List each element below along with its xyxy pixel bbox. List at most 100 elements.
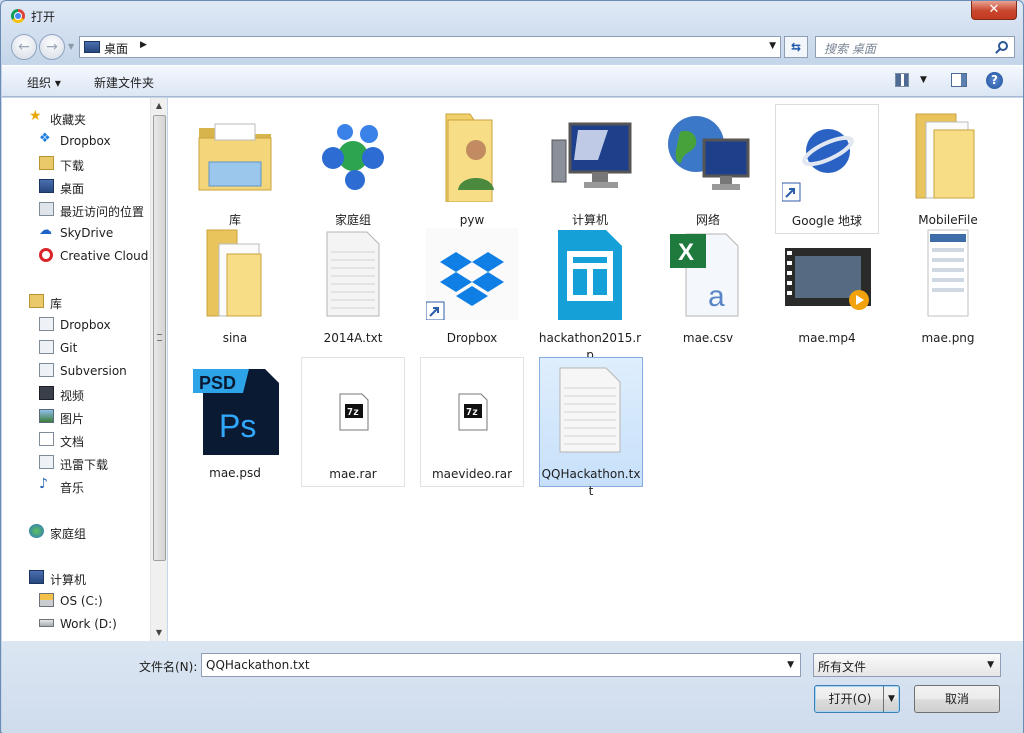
file-item[interactable]: Dropbox (420, 222, 524, 352)
filename-input[interactable]: QQHackathon.txt ▼ (201, 653, 801, 677)
address-path[interactable]: 桌面 (104, 40, 128, 57)
file-item-selected[interactable]: QQHackathon.txt (539, 357, 643, 498)
file-item[interactable]: PSD Ps mae.psd (183, 357, 287, 487)
sidebar-item-label: OS (C:) (60, 594, 103, 608)
downloads-folder-icon (39, 156, 54, 170)
sidebar-item-pictures[interactable]: 图片 (2, 407, 150, 427)
7zip-archive-icon: 7z (458, 393, 488, 431)
dropbox-shortcut-icon (426, 228, 518, 320)
sidebar-item-label: 音乐 (60, 481, 85, 495)
svg-text:7z: 7z (466, 407, 478, 418)
scroll-grip-icon (157, 334, 162, 341)
sidebar-item-label: Creative Cloud (60, 249, 149, 263)
view-dropdown-icon[interactable]: ▼ (920, 75, 927, 85)
open-button[interactable]: 打开(O) ▼ (814, 685, 900, 713)
sidebar-item-downloads[interactable]: 下载 (2, 154, 150, 174)
filetype-select[interactable]: 所有文件 ▼ (813, 653, 1001, 677)
sidebar-item-git[interactable]: Git (2, 338, 150, 358)
refresh-button[interactable]: ⇆ (784, 36, 808, 58)
filename-label: 文件名(N): (139, 660, 198, 674)
sidebar-computer[interactable]: 计算机 (2, 568, 150, 588)
sidebar-libraries[interactable]: 库 (2, 292, 150, 312)
sidebar-item-subversion[interactable]: Subversion (2, 361, 150, 381)
dialog-footer: 文件名(N): QQHackathon.txt ▼ 所有文件 ▼ 打开(O) ▼… (2, 641, 1023, 733)
filename-value[interactable]: QQHackathon.txt (206, 658, 310, 672)
window-title: 打开 (31, 10, 56, 24)
sidebar-favorites[interactable]: ★ 收藏夹 (2, 108, 150, 128)
skydrive-icon: ☁ (39, 223, 52, 238)
dropbox-icon: ❖ (39, 131, 51, 146)
sidebar-item-label: 视频 (60, 389, 85, 403)
help-icon[interactable]: ? (986, 72, 1003, 89)
file-item[interactable]: 计算机 (538, 104, 642, 234)
search-placeholder: 搜索 桌面 (824, 42, 876, 56)
open-button-label: 打开(O) (828, 692, 872, 706)
file-item[interactable]: mae.png (896, 222, 1000, 352)
svg-text:X: X (678, 239, 694, 266)
sidebar-item-creative-cloud[interactable]: Creative Cloud (2, 246, 150, 266)
homegroup-icon (322, 124, 384, 190)
sidebar-item-desktop[interactable]: 桌面 (2, 177, 150, 197)
file-item[interactable]: Google 地球 (775, 104, 879, 234)
new-folder-button[interactable]: 新建文件夹 (94, 74, 154, 91)
file-item[interactable]: 7z mae.rar (301, 357, 405, 487)
sidebar-item-drive-c[interactable]: OS (C:) (2, 591, 150, 611)
file-item[interactable]: 2014A.txt (301, 222, 405, 352)
address-bar[interactable]: 桌面 ▶ ▼ (79, 36, 781, 58)
sidebar-item-label: 桌面 (60, 182, 85, 196)
photoshop-file-icon: PSD Ps (193, 369, 279, 455)
folder-icon (915, 113, 975, 199)
file-item[interactable]: pyw (420, 104, 524, 234)
sidebar-homegroup[interactable]: 家庭组 (2, 522, 150, 542)
chevron-down-icon[interactable]: ▼ (787, 660, 794, 670)
sidebar-header-label: 计算机 (50, 573, 87, 587)
cancel-button[interactable]: 取消 (914, 685, 1000, 713)
sidebar-item-drive-d[interactable]: Work (D:) (2, 614, 150, 634)
preview-pane-icon[interactable] (951, 73, 967, 87)
sidebar-scrollbar[interactable]: ▲ ▼ (150, 98, 167, 641)
sidebar-header-label: 家庭组 (50, 527, 87, 541)
file-list: 库 家庭组 pyw 计算机 网络 Google 地球 MobileFile si… (168, 98, 1023, 641)
back-button[interactable]: ← (11, 34, 37, 60)
file-item[interactable]: MobileFile (896, 104, 1000, 234)
file-item[interactable]: X a mae.csv (656, 222, 760, 352)
sidebar-item-label: 图片 (60, 412, 85, 426)
search-input[interactable]: 搜索 桌面 (815, 36, 1015, 58)
breadcrumb-arrow-icon[interactable]: ▶ (140, 40, 147, 50)
sidebar-item-videos[interactable]: 视频 (2, 384, 150, 404)
star-icon: ★ (29, 108, 42, 124)
google-earth-shortcut-icon (782, 129, 854, 202)
file-item[interactable]: 库 (183, 104, 287, 234)
history-dropdown-icon[interactable]: ▼ (68, 42, 74, 51)
open-dropdown-icon[interactable]: ▼ (883, 686, 899, 712)
scroll-down-icon[interactable]: ▼ (151, 625, 167, 641)
change-view-icon[interactable] (895, 73, 909, 87)
chevron-down-icon[interactable]: ▼ (987, 660, 994, 670)
address-dropdown-icon[interactable]: ▼ (769, 41, 776, 51)
close-button[interactable]: ✕ (971, 1, 1017, 20)
sidebar-item-skydrive[interactable]: ☁ SkyDrive (2, 223, 150, 243)
recent-places-icon (39, 202, 54, 216)
scroll-up-icon[interactable]: ▲ (151, 98, 167, 114)
sidebar-item-thunder-downloads[interactable]: 迅雷下载 (2, 453, 150, 473)
hard-drive-icon (39, 619, 54, 627)
folder-icon (206, 229, 262, 317)
file-item[interactable]: 网络 (656, 104, 760, 234)
file-item[interactable]: mae.mp4 (775, 222, 879, 352)
file-item[interactable]: sina (183, 222, 287, 352)
axure-file-icon (558, 230, 622, 320)
excel-csv-icon: X a (670, 233, 739, 317)
sidebar-item-music[interactable]: ♪ 音乐 (2, 476, 150, 496)
scroll-thumb[interactable] (153, 115, 166, 561)
sidebar-item-label: SkyDrive (60, 226, 114, 240)
file-item[interactable]: 家庭组 (301, 104, 405, 234)
sidebar-item-documents[interactable]: 文档 (2, 430, 150, 450)
file-item[interactable]: 7z maevideo.rar (420, 357, 524, 487)
file-item[interactable]: hackathon2015.rp (538, 222, 642, 362)
sidebar-item-lib-dropbox[interactable]: Dropbox (2, 315, 150, 335)
sidebar-item-dropbox[interactable]: ❖ Dropbox (2, 131, 150, 151)
forward-button[interactable]: → (39, 34, 65, 60)
organize-button[interactable]: 组织 ▾ (27, 74, 61, 91)
sidebar-item-recent[interactable]: 最近访问的位置 (2, 200, 150, 220)
search-icon[interactable] (998, 41, 1008, 51)
